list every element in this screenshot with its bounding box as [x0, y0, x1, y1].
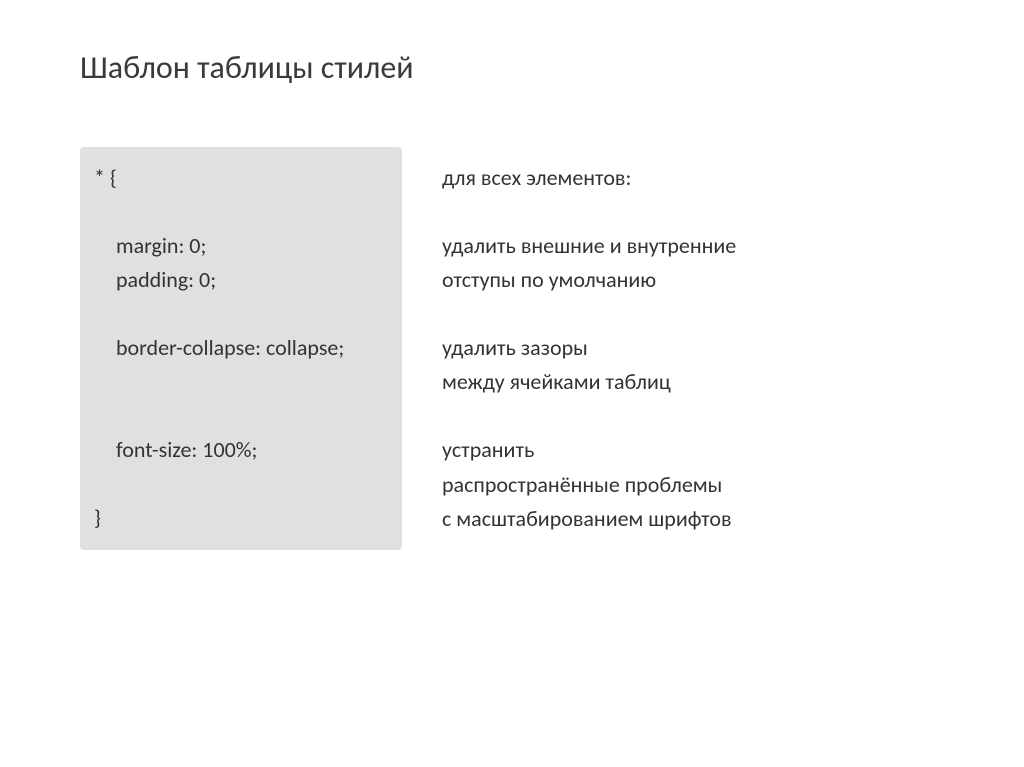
explain-all-elements: для всех элементов:: [442, 161, 736, 195]
code-line-padding: padding: 0;: [94, 263, 384, 297]
code-line-border-collapse: border-collapse: collapse;: [94, 331, 384, 365]
content-row: * { margin: 0; padding: 0; border-collap…: [80, 147, 944, 550]
code-line-open: * {: [94, 161, 384, 195]
explain-remove-margins-2: отступы по умолчанию: [442, 263, 736, 297]
code-block: * { margin: 0; padding: 0; border-collap…: [80, 147, 402, 550]
code-line-font-size: font-size: 100%;: [94, 433, 384, 467]
slide-title: Шаблон таблицы стилей: [80, 48, 944, 87]
code-line-close: }: [94, 501, 384, 535]
explanations: для всех элементов: удалить внешние и вн…: [442, 147, 736, 550]
explain-gaps-1: удалить зазоры: [442, 331, 736, 365]
explain-remove-margins-1: удалить внешние и внутренние: [442, 229, 736, 263]
code-line-margin: margin: 0;: [94, 229, 384, 263]
explain-font-2: распространённые проблемы: [442, 468, 736, 502]
explain-gaps-2: между ячейками таблиц: [442, 365, 736, 399]
explain-font-3: с масштабированием шрифтов: [442, 502, 736, 536]
explain-font-1: устранить: [442, 433, 736, 467]
